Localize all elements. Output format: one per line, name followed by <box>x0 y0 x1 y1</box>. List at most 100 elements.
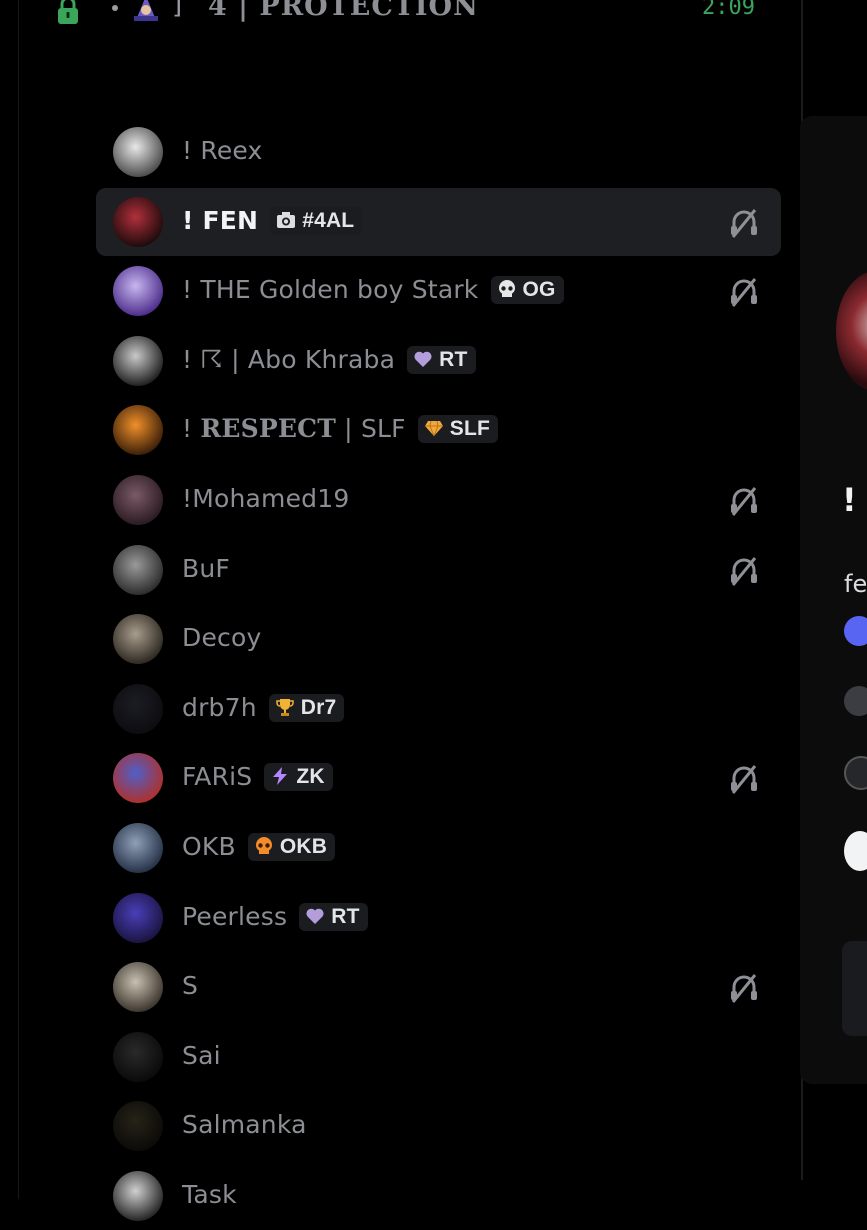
voice-member-row[interactable]: OKB OKB <box>96 814 781 882</box>
voice-member-row[interactable]: ! FEN #4AL <box>96 187 781 256</box>
server-tag-label: Dr7 <box>300 695 337 719</box>
server-tag-label: OKB <box>279 835 328 858</box>
member-name: Salmanka <box>182 1110 307 1139</box>
server-tag[interactable]: RT <box>407 345 476 374</box>
deafened-icon <box>728 556 760 586</box>
member-name: drb7h Dr7 <box>182 692 345 722</box>
server-tag[interactable]: OG <box>490 276 564 305</box>
server-tag[interactable]: RT <box>299 902 368 931</box>
member-name: Sai <box>182 1041 221 1070</box>
server-tag[interactable]: #4AL <box>270 206 363 235</box>
deafened-icon <box>728 277 760 308</box>
voice-member-row[interactable]: ! Reex <box>96 118 781 186</box>
member-name-text: ! FEN <box>182 205 259 235</box>
heart-icon <box>413 349 433 369</box>
member-name: Task <box>182 1180 237 1209</box>
skull-icon <box>497 279 517 299</box>
voice-member-row[interactable]: Decoy <box>96 605 781 673</box>
voice-member-row[interactable]: !Mohamed19 <box>96 466 781 534</box>
member-name-text: Task <box>182 1180 237 1209</box>
avatar[interactable] <box>113 475 163 525</box>
avatar[interactable] <box>113 962 163 1013</box>
member-name-text: Salmanka <box>182 1110 307 1140</box>
badge-icon[interactable] <box>844 616 867 646</box>
member-name: ! FEN #4AL <box>182 205 363 235</box>
deafened-icon <box>728 208 760 238</box>
server-tag-label: RT <box>439 347 468 371</box>
avatar[interactable] <box>113 405 163 456</box>
user-profile-card[interactable]: ! fe <box>800 116 867 1084</box>
avatar[interactable] <box>113 1101 163 1152</box>
member-name-text: Decoy <box>182 623 262 653</box>
orange-skull-icon <box>254 836 274 856</box>
trophy-icon <box>275 697 295 717</box>
avatar[interactable] <box>113 266 163 317</box>
status-icon[interactable] <box>844 756 867 790</box>
member-name-text: Sai <box>182 1040 221 1070</box>
server-tag[interactable]: SLF <box>417 415 498 444</box>
avatar[interactable] <box>113 614 163 665</box>
avatar[interactable] <box>113 196 163 247</box>
voice-member-row[interactable]: Peerless RT <box>96 884 781 952</box>
server-tag[interactable]: ZK <box>264 763 333 792</box>
server-tag[interactable]: Dr7 <box>268 693 345 722</box>
voice-timer: 2:09 <box>702 0 755 20</box>
avatar[interactable] <box>113 127 163 177</box>
profile-username: fe <box>844 570 867 598</box>
member-name-text: drb7h <box>182 692 257 722</box>
camera-icon <box>276 210 296 230</box>
server-tag-label: #4AL <box>302 208 355 232</box>
bullet-icon <box>112 5 118 11</box>
member-name: BuF <box>182 554 230 583</box>
avatar[interactable] <box>113 544 163 595</box>
channel-bracket: ] <box>172 0 183 20</box>
message-input[interactable] <box>842 941 867 1036</box>
profile-display-name: ! <box>842 481 857 519</box>
member-name-text: OKB <box>182 832 236 861</box>
deafened-icon <box>728 764 760 795</box>
member-name-text: ! THE Golden boy Stark <box>182 275 479 305</box>
deafened-icon <box>728 973 760 1004</box>
avatar[interactable] <box>113 335 163 386</box>
voice-member-row[interactable]: Task <box>96 1162 781 1230</box>
member-name: S <box>182 971 198 1000</box>
member-name: OKB OKB <box>182 832 336 861</box>
member-name-bold: RESPECT <box>200 414 337 444</box>
avatar[interactable] <box>113 1031 163 1082</box>
member-name-text: Peerless <box>182 901 288 931</box>
server-tag[interactable]: OKB <box>247 833 336 861</box>
voice-member-row[interactable]: S <box>96 953 781 1021</box>
voice-member-row[interactable]: BuF <box>96 536 781 604</box>
badge-icon[interactable] <box>844 686 867 716</box>
avatar[interactable] <box>113 823 163 873</box>
voice-member-row[interactable]: ! ☈ | Abo Khraba RT <box>96 327 781 395</box>
voice-member-row[interactable]: Sai <box>96 1023 781 1091</box>
lightning-icon <box>270 766 290 786</box>
profile-avatar[interactable] <box>836 271 867 391</box>
voice-member-row[interactable]: FARiS ZK <box>96 744 781 812</box>
heart-icon <box>305 906 325 926</box>
member-name: ! ☈ | Abo Khraba RT <box>182 345 476 374</box>
member-name-suffix: | SLF <box>336 414 406 444</box>
voice-channel-header[interactable]: ] 4 | PROTECTION 2:09 <box>0 0 800 30</box>
lock-icon <box>58 0 78 24</box>
panel-border <box>18 0 19 1199</box>
member-name-text: S <box>182 971 199 1001</box>
member-name: Peerless RT <box>182 902 368 931</box>
member-name-text: ! <box>182 414 201 444</box>
server-tag-label: SLF <box>449 417 490 441</box>
member-name-text: FARiS <box>182 762 253 792</box>
member-name: ! THE Golden boy Stark OG <box>182 275 564 305</box>
voice-member-row[interactable]: Salmanka <box>96 1092 781 1160</box>
avatar[interactable] <box>113 892 163 943</box>
voice-member-row[interactable]: ! RESPECT | SLF SLF <box>96 396 781 464</box>
avatar[interactable] <box>113 683 163 734</box>
member-name-text: ! Reex <box>182 136 263 165</box>
avatar[interactable] <box>113 1171 163 1221</box>
voice-member-row[interactable]: drb7h Dr7 <box>96 675 781 743</box>
voice-member-row[interactable]: ! THE Golden boy Stark OG <box>96 257 781 325</box>
member-name-text: BuF <box>182 553 230 583</box>
deafened-icon <box>728 486 760 516</box>
avatar[interactable] <box>113 753 163 804</box>
activity-icon[interactable] <box>844 831 867 871</box>
